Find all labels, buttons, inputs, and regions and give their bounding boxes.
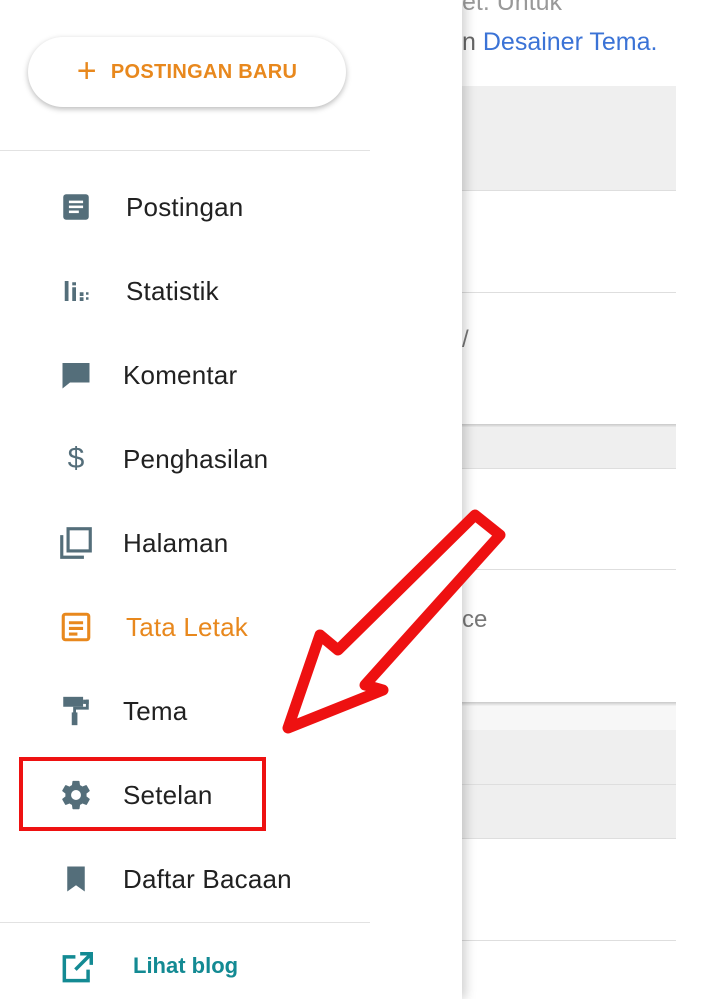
- annotation-arrow-icon: [282, 509, 506, 734]
